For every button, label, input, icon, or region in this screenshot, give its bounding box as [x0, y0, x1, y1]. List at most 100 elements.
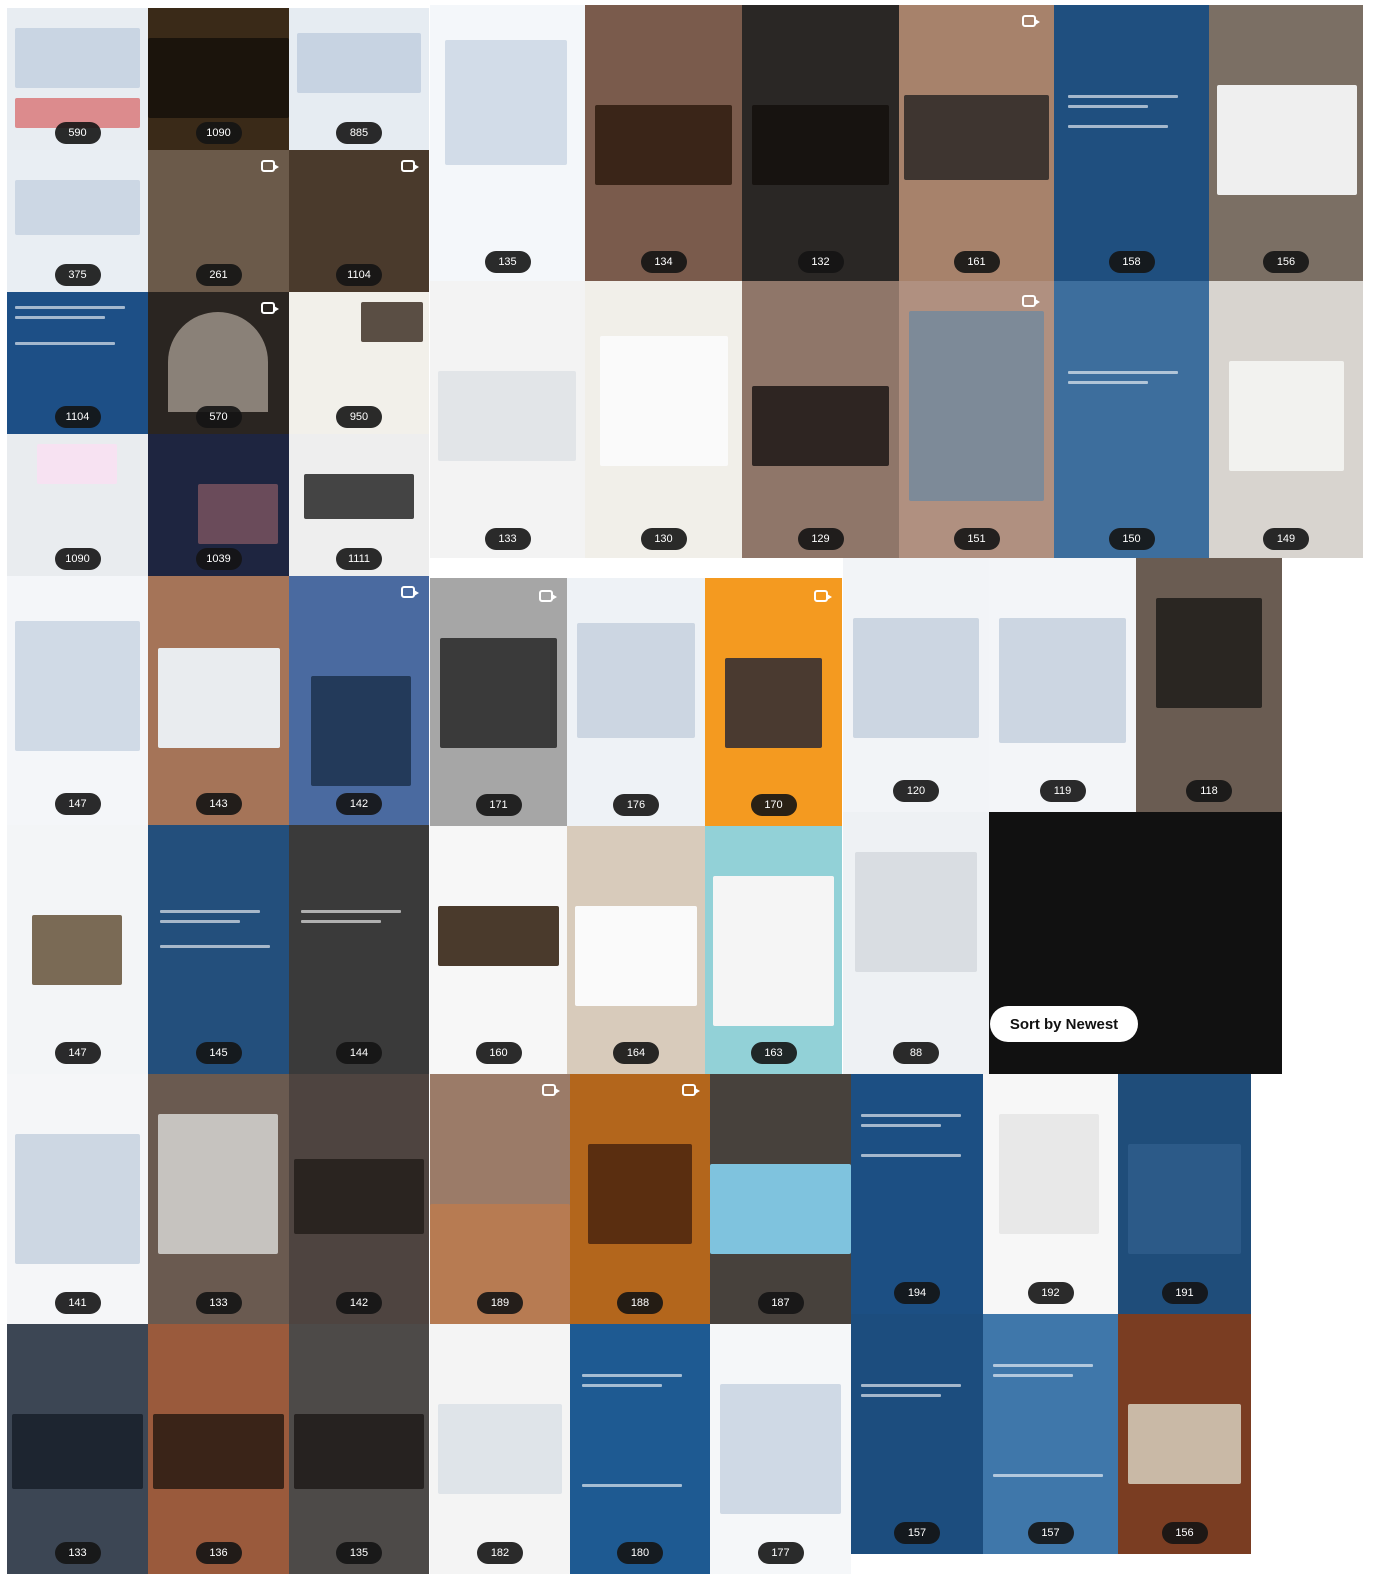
view-count-badge: 129	[797, 528, 844, 550]
view-count-badge: 192	[1027, 1282, 1074, 1304]
view-count-badge: 134	[640, 251, 687, 273]
story-tile[interactable]: 118	[1136, 558, 1282, 812]
story-tile[interactable]: 149	[1209, 281, 1363, 558]
view-count-badge: 570	[195, 406, 242, 428]
view-count-badge: 136	[195, 1542, 242, 1564]
view-count-badge: 170	[750, 794, 797, 816]
story-tile[interactable]: 156	[1209, 5, 1363, 281]
story-tile[interactable]: 150	[1054, 281, 1209, 558]
story-tile[interactable]: 142	[289, 576, 429, 825]
story-tile[interactable]: 163	[705, 826, 842, 1074]
story-tile[interactable]: 177	[710, 1324, 851, 1574]
video-icon	[682, 1084, 700, 1096]
view-count-badge: 145	[195, 1042, 242, 1064]
story-tile[interactable]: 176	[567, 578, 705, 826]
story-tile[interactable]: 129	[742, 281, 899, 558]
view-count-badge: 1090	[54, 548, 101, 570]
story-tile[interactable]: 160	[430, 826, 567, 1074]
story-tile[interactable]: 147	[7, 576, 148, 825]
view-count-badge: 147	[54, 793, 101, 815]
view-count-badge: 156	[1161, 1522, 1208, 1544]
story-tile[interactable]: 375	[7, 150, 148, 292]
story-tile[interactable]: 182	[430, 1324, 570, 1574]
story-tile[interactable]: 192	[983, 1074, 1118, 1314]
story-tile[interactable]: 570	[148, 292, 289, 434]
story-tile[interactable]: 136	[148, 1324, 289, 1574]
view-count-badge: 142	[336, 1292, 382, 1314]
view-count-badge: 142	[336, 793, 382, 815]
view-count-badge: 135	[336, 1542, 382, 1564]
story-tile[interactable]: 1090	[7, 434, 148, 576]
story-grid-panel-2: 135 134 132 161 158 156 133 130 129 151	[430, 5, 1363, 558]
story-tile[interactable]: 130	[585, 281, 742, 558]
view-count-badge: 1039	[195, 548, 242, 570]
view-count-badge: 163	[750, 1042, 797, 1064]
story-tile[interactable]: 170	[705, 578, 842, 826]
story-tile[interactable]: 120	[843, 558, 989, 812]
video-icon	[542, 1084, 560, 1096]
story-tile[interactable]: 191	[1118, 1074, 1251, 1314]
view-count-badge: 375	[54, 264, 101, 286]
story-tile[interactable]: 1104	[289, 150, 429, 292]
view-count-badge: 156	[1263, 251, 1309, 273]
video-icon	[401, 160, 419, 172]
view-count-badge: 1090	[195, 122, 242, 144]
story-grid-panel-8: 194 192 191 157 157 156	[851, 1074, 1251, 1554]
sort-button[interactable]: Sort by Newest	[990, 1006, 1138, 1042]
story-tile[interactable]: 157	[983, 1314, 1118, 1554]
story-tile[interactable]: 144	[289, 825, 429, 1074]
view-count-badge: 151	[953, 528, 1000, 550]
story-tile[interactable]: 141	[7, 1074, 148, 1324]
story-tile[interactable]: 1039	[148, 434, 289, 576]
view-count-badge: 885	[336, 122, 382, 144]
story-tile[interactable]: 189	[430, 1074, 570, 1324]
story-tile[interactable]: 156	[1118, 1314, 1251, 1554]
view-count-badge: 147	[54, 1042, 101, 1064]
story-tile[interactable]: 194	[851, 1074, 983, 1314]
view-count-badge: 144	[336, 1042, 382, 1064]
view-count-badge: 1111	[336, 548, 382, 570]
story-tile[interactable]: 164	[567, 826, 705, 1074]
story-tile[interactable]: 134	[585, 5, 742, 281]
story-tile[interactable]: 158	[1054, 5, 1209, 281]
story-tile[interactable]: 187	[710, 1074, 851, 1324]
view-count-badge: 177	[757, 1542, 804, 1564]
story-tile[interactable]: 171	[430, 578, 567, 826]
view-count-badge: 261	[195, 264, 242, 286]
story-tile[interactable]: 885	[289, 8, 429, 150]
story-tile[interactable]: 88	[843, 812, 989, 1074]
story-tile[interactable]: 145	[148, 825, 289, 1074]
story-tile[interactable]: 133	[148, 1074, 289, 1324]
story-tile[interactable]: 119	[989, 558, 1136, 812]
story-tile[interactable]: 147	[7, 825, 148, 1074]
story-tile[interactable]: 950	[289, 292, 429, 434]
story-tile[interactable]: 1111	[289, 434, 429, 576]
story-tile[interactable]: 261	[148, 150, 289, 292]
story-tile[interactable]: 151	[899, 281, 1054, 558]
view-count-badge: 161	[953, 251, 1000, 273]
story-tile[interactable]: 132	[742, 5, 899, 281]
story-tile[interactable]: 157	[851, 1314, 983, 1554]
story-tile[interactable]: 133	[7, 1324, 148, 1574]
story-tile[interactable]: 1104	[7, 292, 148, 434]
video-icon	[261, 302, 279, 314]
story-tile[interactable]: 142	[289, 1074, 429, 1324]
story-tile[interactable]: 161	[899, 5, 1054, 281]
story-tile[interactable]: 590	[7, 8, 148, 150]
video-icon	[814, 590, 832, 602]
story-grid-panel-6: 141 133 142 133 136 135	[7, 1074, 429, 1574]
view-count-badge: 194	[894, 1282, 940, 1304]
view-count-badge: 157	[894, 1522, 940, 1544]
story-tile[interactable]: 135	[430, 5, 585, 281]
story-tile[interactable]: 1090	[148, 8, 289, 150]
view-count-badge: 176	[613, 794, 659, 816]
view-count-badge: 189	[477, 1292, 523, 1314]
story-grid-panel-1: 590 1090 885 375 261 1104 1104 570 950 1…	[7, 8, 429, 576]
story-tile[interactable]: 143	[148, 576, 289, 825]
story-tile[interactable]: 188	[570, 1074, 710, 1324]
view-count-badge: 120	[893, 780, 939, 802]
story-tile[interactable]: 133	[430, 281, 585, 558]
view-count-badge: 150	[1108, 528, 1155, 550]
story-tile[interactable]: 180	[570, 1324, 710, 1574]
story-tile[interactable]: 135	[289, 1324, 429, 1574]
